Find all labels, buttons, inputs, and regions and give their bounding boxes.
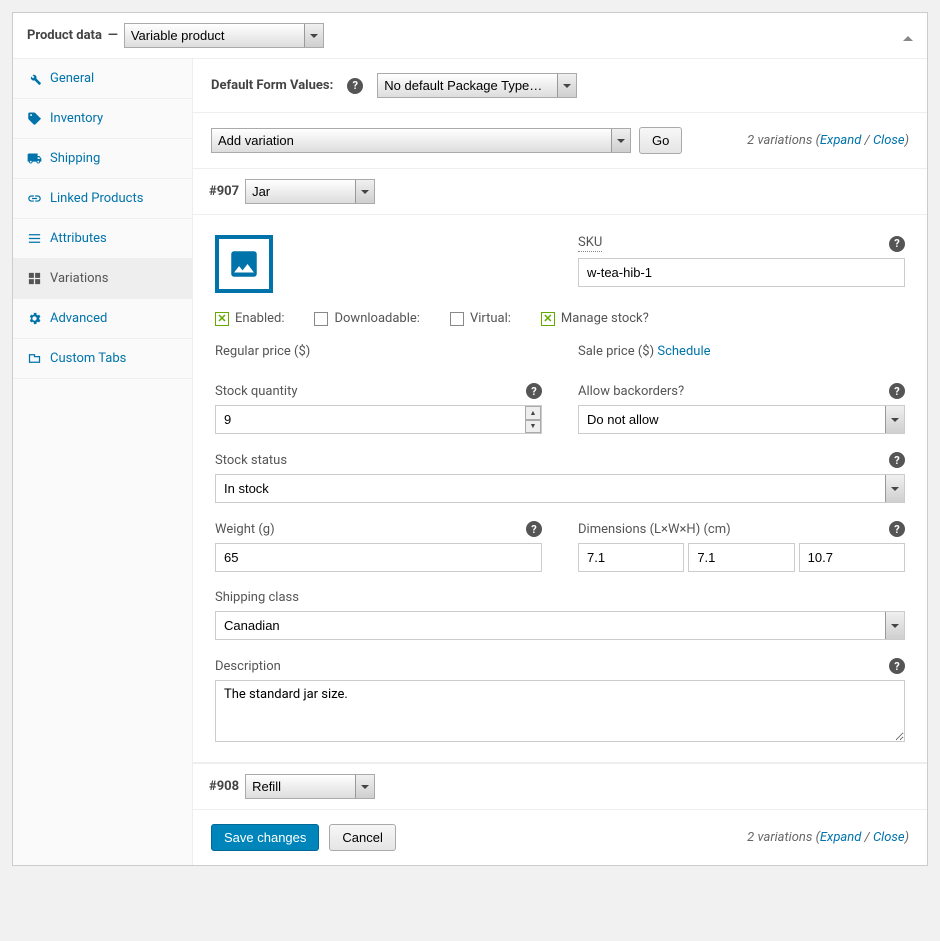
stock-status-select[interactable]: In stock <box>215 474 905 503</box>
grid-icon <box>27 271 42 286</box>
help-icon[interactable]: ? <box>889 236 905 252</box>
variation-id: #908 <box>209 779 239 794</box>
image-icon <box>227 247 261 281</box>
close-link[interactable]: Close <box>873 830 905 845</box>
weight-input[interactable] <box>215 543 542 572</box>
description-label: Description <box>215 659 281 674</box>
weight-label: Weight (g) <box>215 522 275 537</box>
panel-title: Product data <box>27 28 102 43</box>
variation-id: #907 <box>209 184 239 199</box>
truck-icon <box>27 151 42 166</box>
tabs-icon <box>27 351 42 366</box>
stock-quantity-input[interactable] <box>215 405 542 434</box>
sidebar-item-label: Advanced <box>50 311 107 326</box>
manage-stock-checkbox[interactable]: ✕Manage stock? <box>541 311 649 326</box>
gear-icon <box>27 311 42 326</box>
regular-price-label: Regular price ($) <box>215 344 542 359</box>
sale-price-label: Sale price ($) Schedule <box>578 344 905 359</box>
sku-input[interactable] <box>578 258 905 287</box>
variation-907-body: SKU ? ✕Enabled: Downloadable: Virtual: ✕… <box>193 215 927 763</box>
shipping-class-label: Shipping class <box>215 590 905 605</box>
description-textarea[interactable] <box>215 680 905 742</box>
help-icon[interactable]: ? <box>526 521 542 537</box>
expand-link[interactable]: Expand <box>820 830 861 845</box>
default-form-values-label: Default Form Values: <box>211 78 333 93</box>
tag-icon <box>27 111 42 126</box>
length-input[interactable] <box>578 543 684 572</box>
save-changes-button[interactable]: Save changes <box>211 824 319 851</box>
sidebar-item-general[interactable]: General <box>13 59 192 99</box>
panel-title-sep: — <box>108 28 118 43</box>
sidebar-item-label: Linked Products <box>50 191 143 206</box>
downloadable-checkbox[interactable]: Downloadable: <box>314 311 419 326</box>
default-package-type-select[interactable]: No default Package Type… <box>377 73 577 98</box>
variation-count-text: 2 variations (Expand / Close) <box>747 133 909 148</box>
dimensions-label: Dimensions (L×W×H) (cm) <box>578 522 731 537</box>
variation-attribute-select[interactable]: Jar <box>245 179 375 204</box>
help-icon[interactable]: ? <box>526 383 542 399</box>
link-icon <box>27 191 42 206</box>
default-form-values-row: Default Form Values: ? No default Packag… <box>193 59 927 113</box>
sidebar-item-label: Attributes <box>50 231 107 246</box>
variations-footer: Save changes Cancel 2 variations (Expand… <box>193 810 927 865</box>
help-icon[interactable]: ? <box>889 658 905 674</box>
shipping-class-select[interactable]: Canadian <box>215 611 905 640</box>
variation-907-header[interactable]: #907 Jar <box>193 169 927 215</box>
sidebar-item-attributes[interactable]: Attributes <box>13 219 192 259</box>
collapse-panel-icon[interactable] <box>903 31 913 41</box>
help-icon[interactable]: ? <box>889 521 905 537</box>
backorders-select[interactable]: Do not allow <box>578 405 905 434</box>
sidebar-item-variations[interactable]: Variations <box>13 259 192 299</box>
variation-options-row: ✕Enabled: Downloadable: Virtual: ✕Manage… <box>215 311 905 326</box>
sidebar-item-label: Shipping <box>50 151 100 166</box>
sidebar-item-inventory[interactable]: Inventory <box>13 99 192 139</box>
enabled-checkbox[interactable]: ✕Enabled: <box>215 311 284 326</box>
variation-toolbar: Add variation Go 2 variations (Expand / … <box>193 113 927 169</box>
help-icon[interactable]: ? <box>889 383 905 399</box>
variation-908-header[interactable]: #908 Refill <box>193 763 927 810</box>
sidebar-item-label: General <box>50 71 94 86</box>
expand-link[interactable]: Expand <box>820 133 861 148</box>
sidebar-item-custom-tabs[interactable]: Custom Tabs <box>13 339 192 379</box>
sidebar-item-linked-products[interactable]: Linked Products <box>13 179 192 219</box>
sidebar: General Inventory Shipping Linked Produc… <box>13 59 193 865</box>
sidebar-item-label: Variations <box>50 271 108 286</box>
sidebar-item-advanced[interactable]: Advanced <box>13 299 192 339</box>
virtual-checkbox[interactable]: Virtual: <box>450 311 511 326</box>
product-type-select[interactable]: Variable product <box>124 23 324 48</box>
main-content: Default Form Values: ? No default Packag… <box>193 59 927 865</box>
sku-label: SKU <box>578 235 602 252</box>
cancel-button[interactable]: Cancel <box>329 824 395 851</box>
variation-image-placeholder[interactable] <box>215 235 273 293</box>
help-icon[interactable]: ? <box>889 452 905 468</box>
stock-status-label: Stock status <box>215 453 287 468</box>
close-link[interactable]: Close <box>873 133 905 148</box>
variation-action-select[interactable]: Add variation <box>211 128 631 153</box>
height-input[interactable] <box>799 543 905 572</box>
product-data-panel: Product data — Variable product General … <box>12 12 928 866</box>
stock-quantity-label: Stock quantity <box>215 384 298 399</box>
variation-attribute-select[interactable]: Refill <box>245 774 375 799</box>
sidebar-item-label: Custom Tabs <box>50 351 126 366</box>
go-button[interactable]: Go <box>639 127 682 154</box>
backorders-label: Allow backorders? <box>578 384 684 399</box>
variation-count-text: 2 variations (Expand / Close) <box>747 830 909 845</box>
number-spinner[interactable]: ▲▼ <box>525 406 541 433</box>
list-icon <box>27 231 42 246</box>
sidebar-item-shipping[interactable]: Shipping <box>13 139 192 179</box>
schedule-link[interactable]: Schedule <box>657 344 710 359</box>
width-input[interactable] <box>688 543 794 572</box>
sidebar-item-label: Inventory <box>50 111 103 126</box>
wrench-icon <box>27 71 42 86</box>
help-icon[interactable]: ? <box>347 78 363 94</box>
panel-header: Product data — Variable product <box>13 13 927 59</box>
